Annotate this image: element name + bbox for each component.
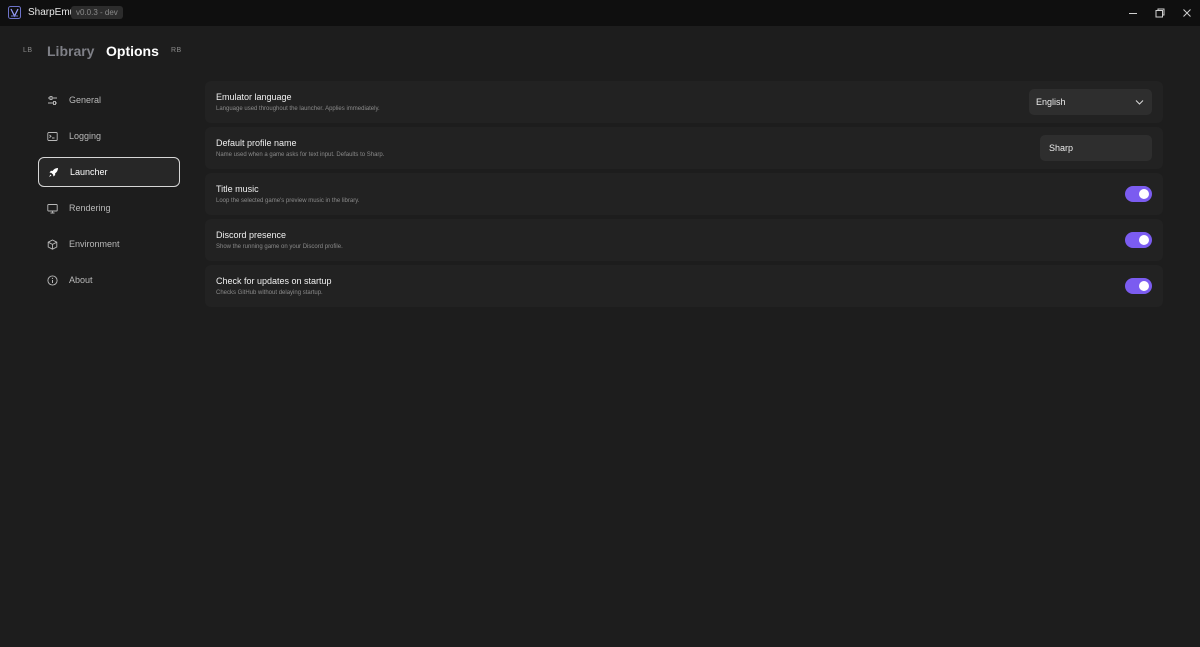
chevron-down-icon — [1135, 100, 1144, 105]
sidebar-item-label: Rendering — [69, 203, 111, 213]
language-dropdown[interactable]: English — [1029, 89, 1152, 115]
app-name: SharpEmu — [28, 7, 76, 18]
left-shoulder-hint: LB — [23, 47, 33, 54]
minimize-button[interactable] — [1118, 0, 1148, 26]
sliders-icon — [47, 95, 58, 106]
sidebar-item-environment[interactable]: Environment — [38, 229, 180, 259]
info-icon — [47, 274, 58, 286]
maximize-icon — [1155, 8, 1165, 18]
language-dropdown-value: English — [1036, 97, 1066, 107]
monitor-icon — [47, 203, 58, 214]
sidebar-item-rendering[interactable]: Rendering — [38, 193, 180, 223]
setting-title: Discord presence — [216, 230, 287, 240]
setting-title: Title music — [216, 184, 259, 194]
sidebar-item-label: Logging — [69, 131, 102, 141]
title-music-toggle[interactable] — [1125, 186, 1152, 202]
setting-check-updates: Check for updates on startup Checks GitH… — [205, 265, 1163, 307]
sidebar-item-label: General — [69, 95, 102, 105]
setting-description: Name used when a game asks for text inpu… — [216, 152, 385, 158]
toggle-knob — [1139, 235, 1149, 245]
setting-title-music: Title music Loop the selected game's pre… — [205, 173, 1163, 215]
sidebar-item-label: Launcher — [70, 167, 108, 177]
setting-discord-presence: Discord presence Show the running game o… — [205, 219, 1163, 261]
sidebar-item-launcher[interactable]: Launcher — [38, 157, 180, 187]
setting-title: Default profile name — [216, 138, 297, 148]
close-icon — [1183, 9, 1191, 17]
setting-title: Check for updates on startup — [216, 276, 332, 286]
discord-presence-toggle[interactable] — [1125, 232, 1152, 248]
setting-description: Language used throughout the launcher. A… — [216, 106, 380, 112]
terminal-icon — [47, 131, 58, 142]
toggle-knob — [1139, 281, 1149, 291]
tab-library[interactable]: Library — [47, 43, 94, 59]
sidebar-item-about[interactable]: About — [38, 265, 180, 295]
setting-emulator-language: Emulator language Language used througho… — [205, 81, 1163, 123]
toggle-knob — [1139, 189, 1149, 199]
tab-options[interactable]: Options — [106, 43, 159, 59]
setting-description: Checks GitHub without delaying startup. — [216, 290, 323, 296]
rocket-icon — [48, 167, 59, 178]
setting-description: Loop the selected game's preview music i… — [216, 198, 360, 204]
setting-title: Emulator language — [216, 92, 292, 102]
maximize-button[interactable] — [1145, 0, 1175, 26]
app-logo-icon — [8, 6, 21, 19]
close-button[interactable] — [1172, 0, 1200, 26]
profile-name-input[interactable] — [1040, 135, 1152, 161]
sidebar-item-general[interactable]: General — [38, 85, 180, 115]
sidebar-item-logging[interactable]: Logging — [38, 121, 180, 151]
version-badge: v0.0.3 - dev — [71, 6, 123, 19]
sidebar-item-label: About — [69, 275, 93, 285]
title-bar: SharpEmu v0.0.3 - dev — [0, 0, 1200, 26]
setting-default-profile-name: Default profile name Name used when a ga… — [205, 127, 1163, 169]
right-shoulder-hint: RB — [171, 47, 182, 54]
sidebar-item-label: Environment — [69, 239, 120, 249]
minimize-icon — [1129, 13, 1137, 14]
cube-icon — [47, 238, 58, 250]
check-updates-toggle[interactable] — [1125, 278, 1152, 294]
setting-description: Show the running game on your Discord pr… — [216, 244, 343, 250]
